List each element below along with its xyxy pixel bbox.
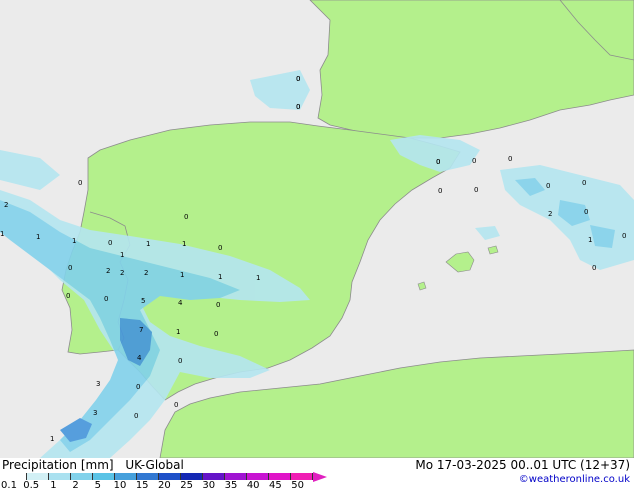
scale-swatch [247,473,269,480]
product-label: Precipitation [mm] [2,458,114,472]
point-value: 0 [474,186,478,194]
point-value: 1 [588,236,592,244]
point-value: 2 [4,201,8,209]
precipitation-map[interactable]: 0 0 0 0 0 0 0 2 1 0 1 1 0 2 0 1 0 1 0 2 … [0,0,634,458]
point-value: 0 [472,157,476,165]
point-value: 0 [174,401,178,409]
point-value: 0 [436,158,440,166]
point-value: 1 [0,230,4,238]
point-value: 0 [592,264,596,272]
point-value: 7 [139,326,143,334]
point-value: 1 [120,251,124,259]
scale-swatch [159,473,181,480]
scale-tick-label: 10 [113,480,127,491]
point-value: 0 [296,103,300,111]
point-value: 2 [144,269,148,277]
scale-tick-label: 1 [50,480,57,491]
map-canvas: 0 0 0 0 0 0 0 2 1 0 1 1 0 2 0 1 0 1 0 2 … [0,0,634,458]
scale-swatch [115,473,137,480]
scale-tick-label: 0.1 [1,480,17,491]
point-value: 4 [178,299,183,307]
scale-swatch [27,473,49,480]
point-value: 2 [120,269,124,277]
scale-tick-label: 40 [246,480,260,491]
point-value: 0 [66,292,70,300]
point-value: 0 [104,295,108,303]
scale-swatch [5,473,27,480]
color-scale-ticks: 0.1 0.5 1 2 5 10 15 20 25 30 35 40 45 50 [0,480,330,491]
scale-swatch [137,473,159,480]
scale-tick-label: 0.5 [23,480,40,491]
scale-swatch [225,473,247,480]
scale-swatch [181,473,203,480]
point-value: 1 [218,273,222,281]
model-label: UK-Global [125,458,184,472]
point-value: 1 [256,274,260,282]
point-value: 0 [546,182,550,190]
scale-swatch [49,473,71,480]
point-value: 3 [96,380,100,388]
point-value: 2 [548,210,552,218]
point-value: 1 [146,240,150,248]
scale-swatch [71,473,93,480]
credit-link[interactable]: ©weatheronline.co.uk [519,474,630,485]
point-value: 0 [582,179,586,187]
scale-swatch [203,473,225,480]
point-value: 1 [180,271,184,279]
point-value: 2 [106,267,110,275]
point-value: 0 [134,412,138,420]
point-value: 0 [216,301,220,309]
scale-swatch [269,473,291,480]
point-value: 1 [36,233,40,241]
scale-tick-label: 2 [72,480,79,491]
color-scale: 0.1 0.5 1 2 5 10 15 20 25 30 35 40 45 50 [0,472,330,491]
point-value: 0 [584,208,588,216]
point-value: 0 [214,330,218,338]
point-value: 0 [296,75,300,83]
point-value: 0 [218,244,222,252]
point-value: 0 [78,179,82,187]
scale-tick-label: 35 [224,480,238,491]
legend-footer: Precipitation [mm] UK-Global Mo 17-03-20… [0,458,634,491]
point-value: 0 [178,357,182,365]
scale-tick-label: 50 [291,480,304,491]
point-value: 1 [176,328,180,336]
scale-tick-label: 30 [202,480,216,491]
scale-tick-label: 25 [180,480,193,491]
point-value: 1 [50,435,54,443]
point-value: 3 [93,409,97,417]
scale-swatch [291,473,313,480]
point-value: 0 [108,239,112,247]
point-value: 0 [508,155,512,163]
point-value: 0 [68,264,72,272]
color-scale-bar [5,473,313,480]
scale-tick-label: 20 [158,480,171,491]
point-value: 0 [184,213,188,221]
point-value: 5 [141,297,145,305]
scale-tick-label: 5 [94,480,101,491]
point-value: 4 [137,354,142,362]
scale-tick-label: 45 [269,480,282,491]
point-value: 1 [182,240,186,248]
point-value: 0 [136,383,140,391]
map-title: Precipitation [mm] UK-Global [2,458,184,472]
valid-time: Mo 17-03-2025 00..01 UTC (12+37) [415,458,630,472]
point-value: 1 [72,237,76,245]
point-value: 0 [438,187,442,195]
scale-swatch [93,473,115,480]
scale-tick-label: 15 [135,480,149,491]
point-value: 0 [622,232,626,240]
